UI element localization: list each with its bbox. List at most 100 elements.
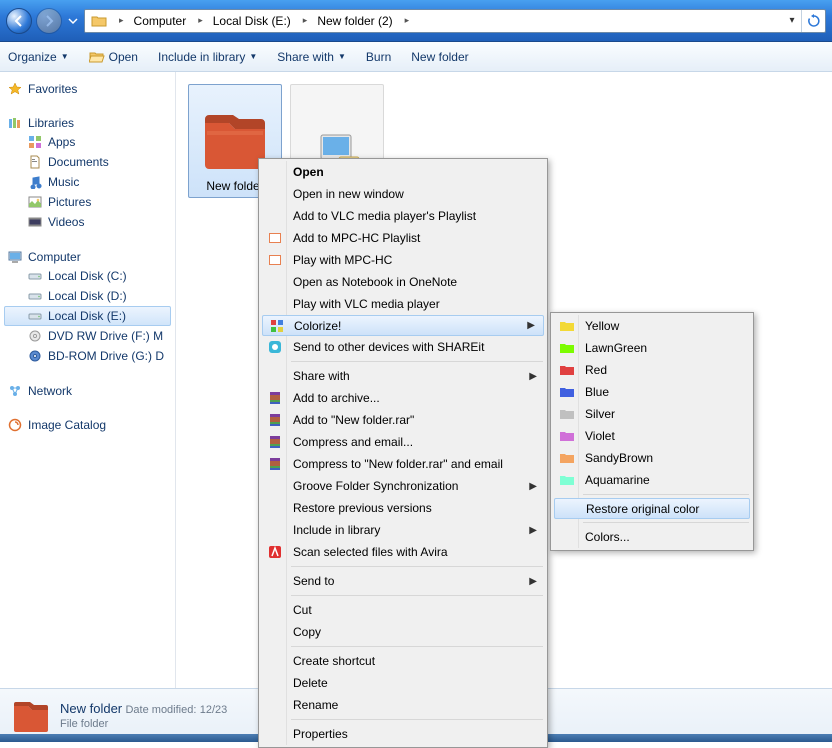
breadcrumb-drive[interactable]: Local Disk (E:) <box>207 10 299 32</box>
ctx-scan-avira[interactable]: Scan selected files with Avira <box>261 541 545 563</box>
ctx-compress-email[interactable]: Compress and email... <box>261 431 545 453</box>
chevron-down-icon: ▼ <box>338 52 346 61</box>
folder-color-icon <box>558 339 576 357</box>
breadcrumb-label: Computer <box>134 14 187 28</box>
chevron-right-icon: ▶ <box>529 576 537 587</box>
ctx-open-new-window[interactable]: Open in new window <box>261 183 545 205</box>
chevron-right-icon: ▶ <box>527 320 535 331</box>
ctx-share-with[interactable]: Share with▶ <box>261 365 545 387</box>
sidebar-item-apps[interactable]: Apps <box>0 132 175 152</box>
breadcrumb-label: Local Disk (E:) <box>213 14 291 28</box>
color-lawngreen[interactable]: LawnGreen <box>553 337 751 359</box>
library-icon <box>8 116 22 130</box>
breadcrumb-computer[interactable]: Computer <box>128 10 195 32</box>
folder-color-icon <box>558 383 576 401</box>
sidebar-item-dvd[interactable]: DVD RW Drive (F:) M <box>0 326 175 346</box>
forward-button[interactable] <box>36 8 62 34</box>
mpc-icon <box>266 251 284 269</box>
rar-icon <box>266 411 284 429</box>
breadcrumb-root[interactable] <box>85 10 115 32</box>
computer-group[interactable]: Computer <box>0 246 175 266</box>
chevron-right-icon: ▶ <box>529 481 537 492</box>
sidebar-item-bdrom[interactable]: BD-ROM Drive (G:) D <box>0 346 175 366</box>
avira-icon <box>266 543 284 561</box>
ctx-add-vlc[interactable]: Add to VLC media player's Playlist <box>261 205 545 227</box>
chevron-down-icon: ▼ <box>249 52 257 61</box>
arrow-left-icon <box>12 14 26 28</box>
breadcrumb-label: New folder (2) <box>317 14 392 28</box>
folder-color-icon <box>558 449 576 467</box>
ctx-create-shortcut[interactable]: Create shortcut <box>261 650 545 672</box>
network-group[interactable]: Network <box>0 380 175 400</box>
back-button[interactable] <box>6 8 32 34</box>
navigation-bar: ▸ Computer ▸ Local Disk (E:) ▸ New folde… <box>0 0 832 42</box>
sidebar-item-drive-c[interactable]: Local Disk (C:) <box>0 266 175 286</box>
video-icon <box>28 215 42 229</box>
new-folder-button[interactable]: New folder <box>411 50 468 64</box>
breadcrumb-folder[interactable]: New folder (2) <box>311 10 400 32</box>
color-sandybrown[interactable]: SandyBrown <box>553 447 751 469</box>
folder-icon <box>10 696 50 736</box>
network-icon <box>8 384 22 398</box>
ctx-open[interactable]: Open <box>261 161 545 183</box>
organize-button[interactable]: Organize ▼ <box>8 50 69 64</box>
ctx-colorize[interactable]: Colorize!▶ <box>262 315 544 336</box>
ctx-open-onenote[interactable]: Open as Notebook in OneNote <box>261 271 545 293</box>
libraries-group[interactable]: Libraries <box>0 112 175 132</box>
chevron-down-icon: ▼ <box>61 52 69 61</box>
chevron-right-icon[interactable]: ▸ <box>401 15 414 26</box>
burn-button[interactable]: Burn <box>366 50 391 64</box>
sidebar-item-drive-d[interactable]: Local Disk (D:) <box>0 286 175 306</box>
folder-color-icon <box>558 471 576 489</box>
image-catalog-group[interactable]: Image Catalog <box>0 414 175 434</box>
ctx-add-rar[interactable]: Add to "New folder.rar" <box>261 409 545 431</box>
color-more[interactable]: Colors... <box>553 526 751 548</box>
folder-icon <box>91 13 107 29</box>
ctx-compress-rar-email[interactable]: Compress to "New folder.rar" and email <box>261 453 545 475</box>
color-blue[interactable]: Blue <box>553 381 751 403</box>
color-restore[interactable]: Restore original color <box>554 498 750 519</box>
ctx-send-to[interactable]: Send to▶ <box>261 570 545 592</box>
ctx-groove[interactable]: Groove Folder Synchronization▶ <box>261 475 545 497</box>
share-with-button[interactable]: Share with ▼ <box>277 50 346 64</box>
sidebar-item-videos[interactable]: Videos <box>0 212 175 232</box>
chevron-right-icon[interactable]: ▸ <box>115 15 128 26</box>
refresh-button[interactable] <box>801 10 825 32</box>
include-library-button[interactable]: Include in library ▼ <box>158 50 257 64</box>
ctx-restore-prev[interactable]: Restore previous versions <box>261 497 545 519</box>
apps-icon <box>28 135 42 149</box>
ctx-delete[interactable]: Delete <box>261 672 545 694</box>
bdrom-icon <box>28 349 42 363</box>
computer-icon <box>8 250 22 264</box>
color-red[interactable]: Red <box>553 359 751 381</box>
catalog-icon <box>8 418 22 432</box>
ctx-copy[interactable]: Copy <box>261 621 545 643</box>
sidebar-item-pictures[interactable]: Pictures <box>0 192 175 212</box>
folder-color-icon <box>558 405 576 423</box>
chevron-right-icon[interactable]: ▸ <box>194 15 207 26</box>
ctx-add-archive[interactable]: Add to archive... <box>261 387 545 409</box>
sidebar-item-documents[interactable]: Documents <box>0 152 175 172</box>
history-dropdown-icon[interactable] <box>68 16 78 26</box>
rar-icon <box>266 389 284 407</box>
sidebar-item-drive-e[interactable]: Local Disk (E:) <box>4 306 171 326</box>
ctx-shareit[interactable]: Send to other devices with SHAREit <box>261 336 545 358</box>
ctx-play-vlc[interactable]: Play with VLC media player <box>261 293 545 315</box>
address-dropdown[interactable]: ▾ <box>783 10 801 32</box>
ctx-play-mpc[interactable]: Play with MPC-HC <box>261 249 545 271</box>
sidebar-item-music[interactable]: Music <box>0 172 175 192</box>
ctx-add-mpc[interactable]: Add to MPC-HC Playlist <box>261 227 545 249</box>
color-aquamarine[interactable]: Aquamarine <box>553 469 751 491</box>
address-bar[interactable]: ▸ Computer ▸ Local Disk (E:) ▸ New folde… <box>84 9 826 33</box>
context-menu: Open Open in new window Add to VLC media… <box>258 158 548 748</box>
open-button[interactable]: Open <box>89 50 138 64</box>
document-icon <box>28 155 42 169</box>
color-yellow[interactable]: Yellow <box>553 315 751 337</box>
ctx-cut[interactable]: Cut <box>261 599 545 621</box>
chevron-right-icon[interactable]: ▸ <box>299 15 312 26</box>
color-silver[interactable]: Silver <box>553 403 751 425</box>
ctx-rename[interactable]: Rename <box>261 694 545 716</box>
ctx-include-library[interactable]: Include in library▶ <box>261 519 545 541</box>
color-violet[interactable]: Violet <box>553 425 751 447</box>
favorites-group[interactable]: Favorites <box>0 78 175 98</box>
